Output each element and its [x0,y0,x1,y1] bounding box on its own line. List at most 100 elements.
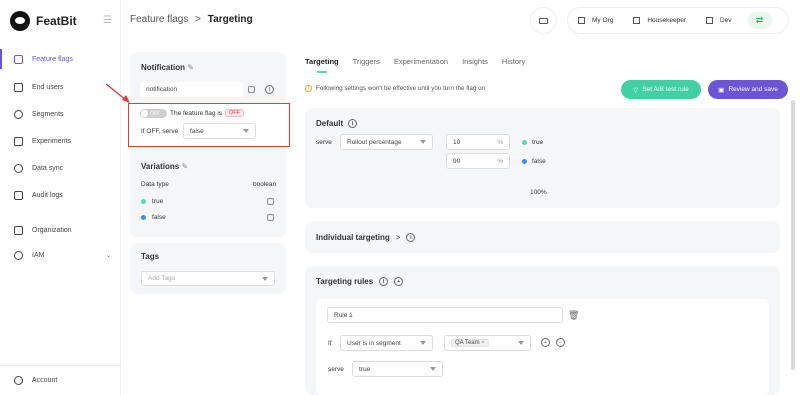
sidebar-item-iam[interactable]: IAM ⌄ [0,245,121,265]
tab-targeting[interactable]: Targeting [305,57,339,66]
default-title: Default i [316,119,358,128]
chevron-right-icon: > [395,233,401,242]
copy-icon[interactable] [248,86,255,93]
project-icon [633,17,641,24]
context-switcher: My Org Housekeeper Dev ⇄ [567,7,789,34]
settings-icon [14,375,23,385]
flag-key-field[interactable]: notification [140,82,243,97]
sync-icon [14,163,23,173]
sidebar-item-account[interactable]: Account [0,370,121,390]
individual-targeting-title[interactable]: Individual targeting > i [316,233,416,242]
variation-color-dot [141,199,146,204]
off-serve-select[interactable]: false [183,123,256,139]
info-icon[interactable]: i [379,277,389,286]
featbit-logo-icon [10,11,30,31]
env-selector[interactable]: Dev [705,17,732,24]
scrollbar[interactable] [791,100,795,370]
tab-history[interactable]: History [502,57,525,66]
env-icon [705,17,713,24]
variation-item: true [141,198,163,205]
tags-panel [130,243,286,294]
sidebar-item-audit-logs[interactable]: Audit logs [0,185,121,205]
serve-label: serve [316,139,332,146]
flag-list-icon [14,54,23,64]
building-icon [14,225,23,235]
tab-bar: Targeting Triggers Experimentation Insig… [305,57,525,66]
sidebar-item-experiments[interactable]: Experiments [0,131,121,151]
chevron-down-icon [243,129,249,133]
variation-color-dot [522,140,527,145]
segment-select[interactable]: QA Team × [444,335,531,351]
remove-condition-icon[interactable]: − [556,338,565,347]
warning-icon: ! [305,85,312,92]
variation-item: false [141,214,166,221]
info-icon[interactable]: i [265,85,274,94]
chevron-down-icon [262,276,268,281]
flag-status: The feature flag is OFF [170,109,245,117]
serve-mode-select[interactable]: Rollout percentage [340,134,433,150]
info-icon[interactable]: i [348,119,358,128]
rule-serve-label: serve [328,366,344,373]
chevron-down-icon: ⌄ [105,252,111,259]
switch-icon[interactable]: ⇄ [747,12,772,29]
filter-icon: ▽ [633,86,639,94]
sidebar-item-end-users[interactable]: End users [0,77,121,97]
edit-icon[interactable]: ✎ [181,162,188,171]
rule-serve-select[interactable]: true [352,361,443,377]
chevron-down-icon [420,140,426,144]
brand-logo[interactable]: FeatBit [10,11,77,31]
rollout-total: 100% [530,189,547,196]
notice: ! Following settings won't be effective … [305,85,485,92]
rule-name-input[interactable]: Rule 1 [327,307,563,323]
tab-triggers[interactable]: Triggers [353,57,380,66]
rollout-percent-input[interactable]: 10% [446,134,510,150]
variations-title: Variations ✎ [141,162,189,171]
keyboard-shortcut-button[interactable] [530,7,557,34]
status-badge: OFF [225,109,245,117]
review-save-button[interactable]: ▣ Review and save [708,80,788,99]
add-condition-icon[interactable]: + [541,338,550,347]
keyboard-icon [539,17,548,24]
tab-experimentation[interactable]: Experimentation [394,57,448,66]
annotation-arrow [105,83,130,103]
variation-label: false [522,158,546,165]
sidebar-item-data-sync[interactable]: Data sync [0,158,121,178]
copy-icon[interactable] [267,198,274,205]
experiment-icon [14,136,23,146]
add-rule-icon[interactable]: + [394,277,404,286]
org-icon [578,17,585,24]
variation-color-dot [141,215,146,220]
variation-color-dot [522,159,527,164]
audit-icon [14,190,23,200]
off-serve-label: If OFF, serve [141,128,179,135]
sidebar-item-segments[interactable]: Segments [0,104,121,124]
breadcrumb-parent[interactable]: Feature flags [130,14,188,25]
copy-icon[interactable] [267,214,274,221]
sidebar-item-feature-flags[interactable]: Feature flags [0,49,121,69]
rollout-percent-input[interactable]: 90% [446,153,510,169]
chevron-down-icon [518,341,524,345]
collapse-sidebar-icon[interactable]: ☰ [103,15,112,26]
save-icon: ▣ [718,86,725,94]
data-type-value: boolean [253,181,277,188]
info-icon[interactable]: i [406,233,416,242]
condition-select[interactable]: User is in segment [340,335,433,351]
ab-test-button[interactable]: ▽ Set A/B test rule [621,80,701,99]
user-icon [14,250,23,260]
flag-toggle[interactable]: OFF [140,109,167,118]
org-selector[interactable]: My Org [578,17,613,24]
delete-icon[interactable]: 🗑 [568,310,579,321]
chevron-down-icon [430,367,436,371]
tags-select[interactable]: Add Tags [141,271,275,286]
grid-icon [14,82,23,92]
edit-icon[interactable]: ✎ [187,63,194,72]
remove-tag-icon[interactable]: × [481,340,485,346]
brand-name: FeatBit [36,14,77,28]
if-label: If [328,340,332,347]
breadcrumb: Feature flags > Targeting [130,14,253,25]
sidebar-item-organization[interactable]: Organization [0,220,121,240]
project-selector[interactable]: Housekeeper [633,17,686,24]
variation-label: true [522,139,543,146]
sidebar-divider [0,365,121,366]
tab-insights[interactable]: Insights [462,57,488,66]
